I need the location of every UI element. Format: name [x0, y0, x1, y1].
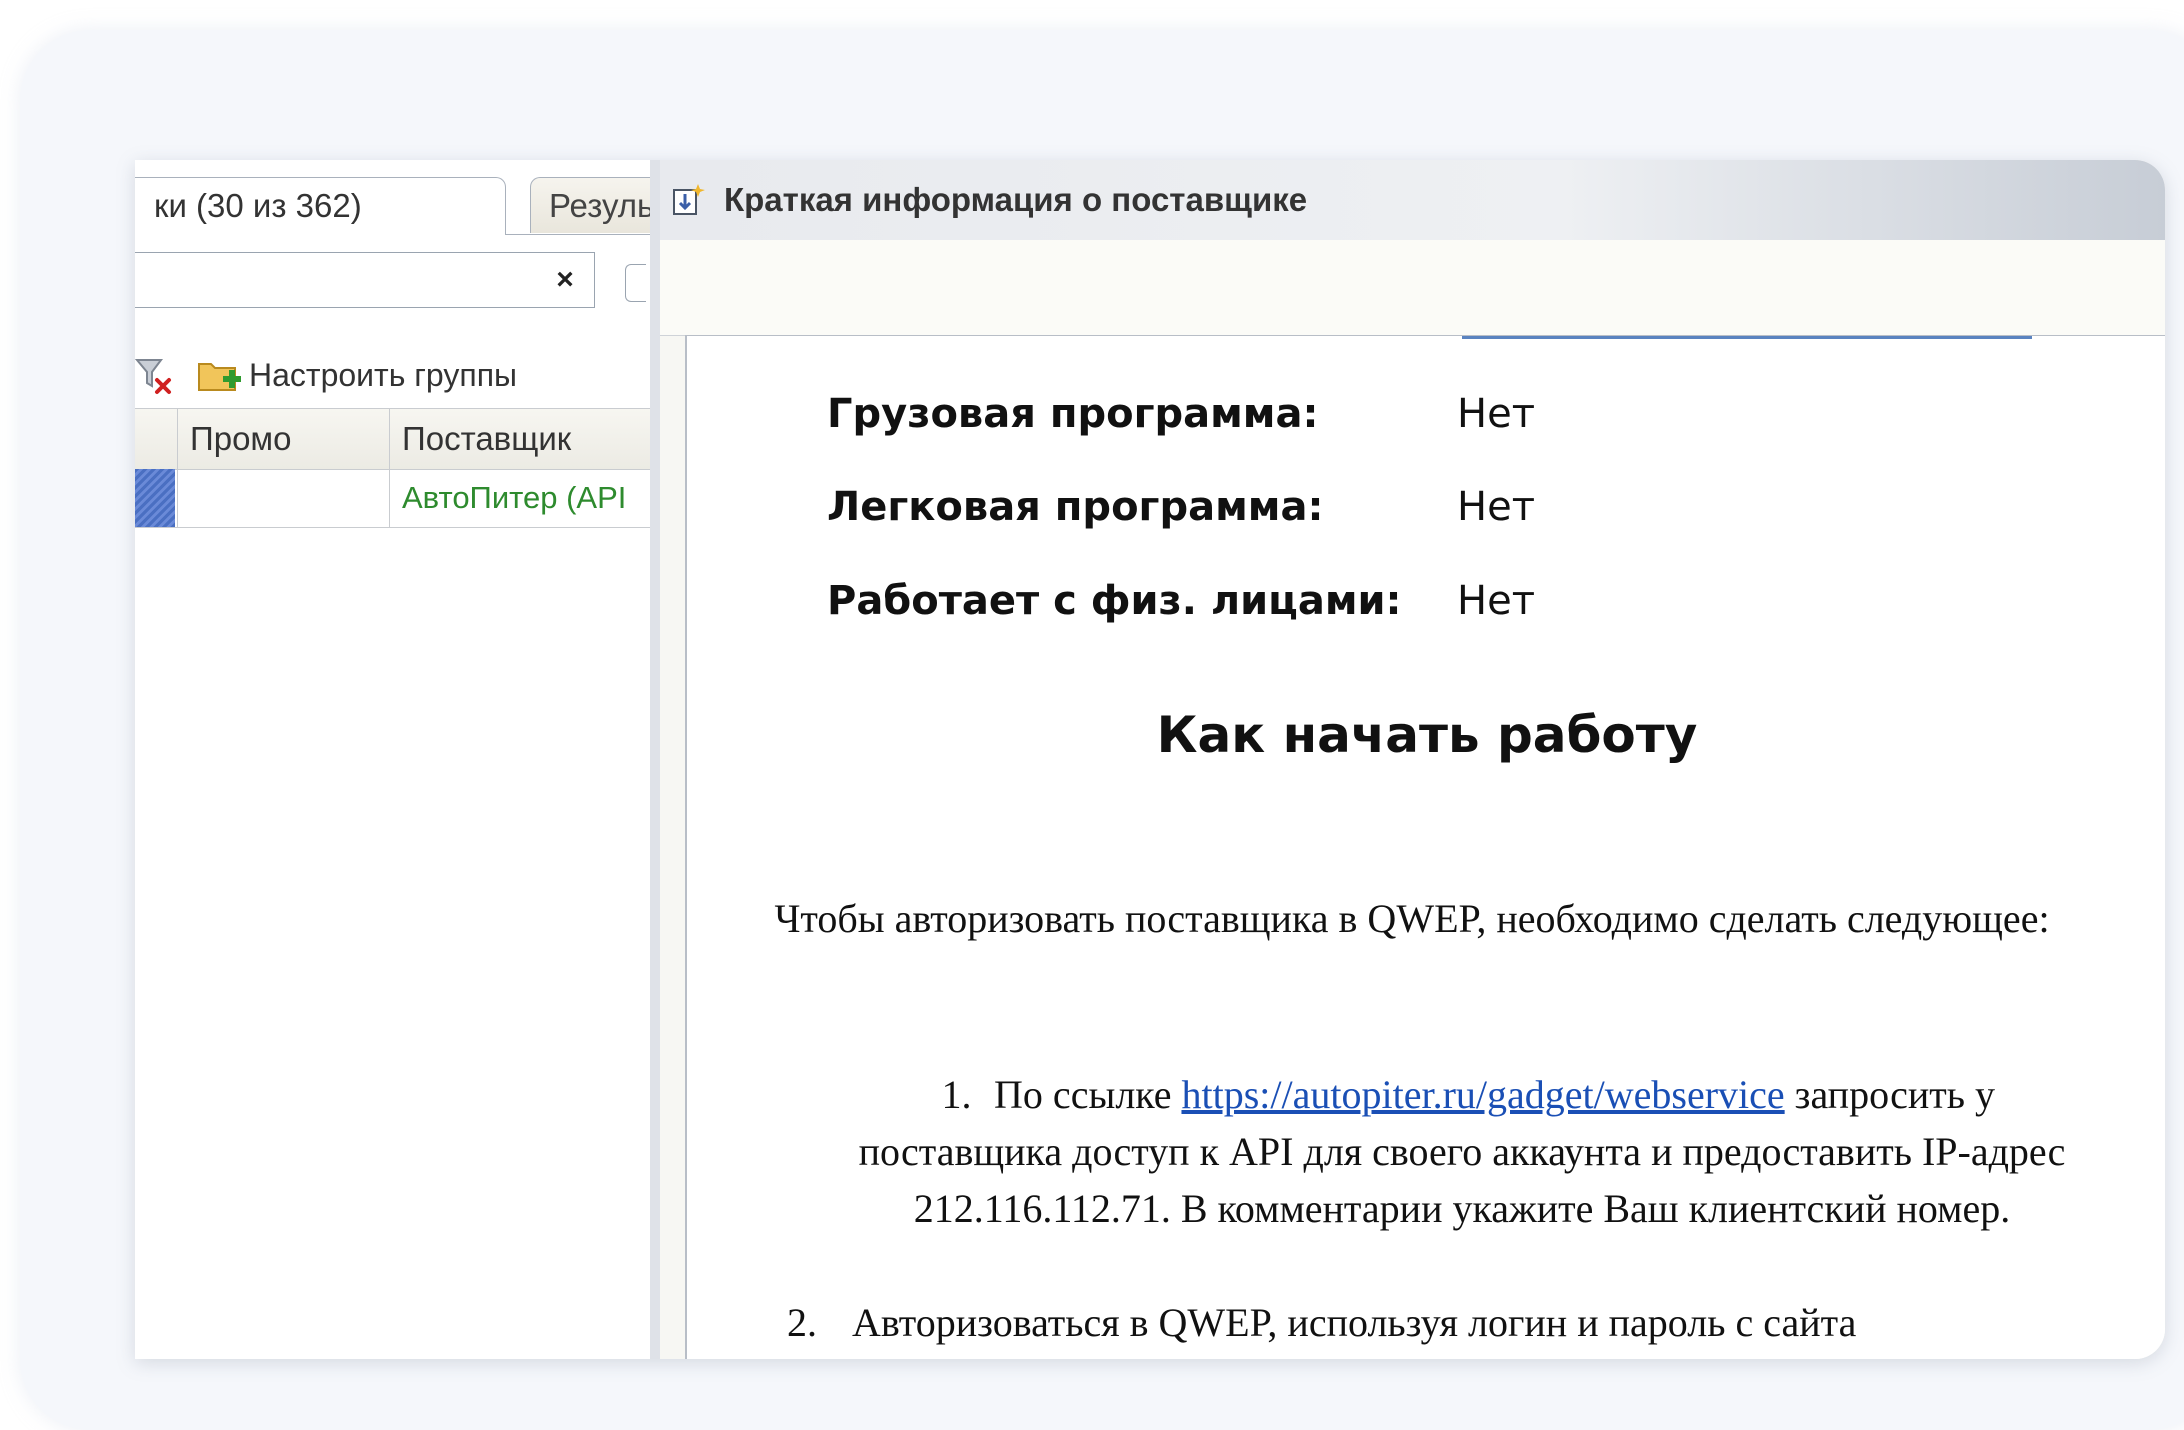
info-row-individuals: Работает с физ. лицами: Нет — [827, 578, 1535, 638]
row-selection-marker — [135, 469, 175, 527]
dialog-content: Грузовая программа: Нет Легковая програм… — [685, 335, 2165, 1359]
webservice-link[interactable]: https://autopiter.ru/gadget/webservice — [1181, 1072, 1784, 1117]
step-1-before: По ссылке — [994, 1072, 1172, 1117]
info-row-cars: Легковая программа: Нет — [827, 484, 1535, 544]
step-1: 1. По ссылке https://autopiter.ru/gadget… — [827, 1066, 2097, 1237]
step-number: 2. — [787, 1300, 817, 1345]
configure-groups-label: Настроить группы — [249, 356, 518, 393]
suppliers-panel: ки (30 из 362) Результаты × Настроить гр… — [135, 160, 770, 1359]
dialog-toolbar — [660, 240, 2165, 336]
table-header: Промо Поставщик — [135, 408, 650, 470]
configure-groups-button[interactable]: Настроить группы — [197, 350, 517, 400]
folder-add-icon — [198, 363, 241, 391]
dialog-titlebar: Краткая информация о поставщике — [660, 160, 2165, 240]
content-top-line — [1462, 336, 2032, 339]
howto-heading: Как начать работу — [1156, 706, 1698, 764]
panel-toolbar: Настроить группы — [135, 350, 650, 400]
info-window-icon — [673, 184, 705, 215]
cell-promo — [177, 469, 389, 527]
search-input[interactable] — [135, 252, 595, 308]
dialog-title: Краткая информация о поставщике — [724, 181, 1308, 218]
app-window: ки (30 из 362) Результаты × Настроить гр… — [135, 160, 2165, 1359]
info-label: Грузовая программа: — [827, 391, 1319, 437]
info-value: Нет — [1457, 391, 1535, 437]
clear-filter-icon[interactable] — [135, 356, 177, 396]
search-row: × — [135, 252, 650, 312]
table-row[interactable]: АвтоПитер (API — [135, 469, 650, 528]
tab-suppliers[interactable]: ки (30 из 362) — [135, 177, 506, 235]
step-number: 1. — [941, 1072, 972, 1117]
header-supplier[interactable]: Поставщик — [389, 409, 650, 469]
info-value: Нет — [1457, 578, 1535, 624]
search-options-button[interactable] — [625, 264, 646, 302]
header-marker — [135, 409, 177, 469]
clear-search-button[interactable]: × — [547, 262, 583, 298]
header-promo[interactable]: Промо — [177, 409, 389, 469]
intro-text: Чтобы авторизовать поставщика в QWEP, не… — [774, 896, 2050, 941]
cell-supplier: АвтоПитер (API — [389, 469, 650, 527]
supplier-info-dialog: Краткая информация о поставщике Грузовая… — [650, 160, 2165, 1359]
step-2: 2. Авторизоваться в QWEP, используя логи… — [787, 1294, 2117, 1351]
info-value: Нет — [1457, 484, 1535, 530]
step-2-text: Авторизоваться в QWEP, используя логин и… — [852, 1300, 1857, 1345]
info-row-trucks: Грузовая программа: Нет — [827, 391, 1535, 451]
info-label: Легковая программа: — [827, 484, 1324, 530]
tab-bar: ки (30 из 362) Результаты — [135, 177, 770, 235]
info-label: Работает с физ. лицами: — [827, 578, 1402, 624]
